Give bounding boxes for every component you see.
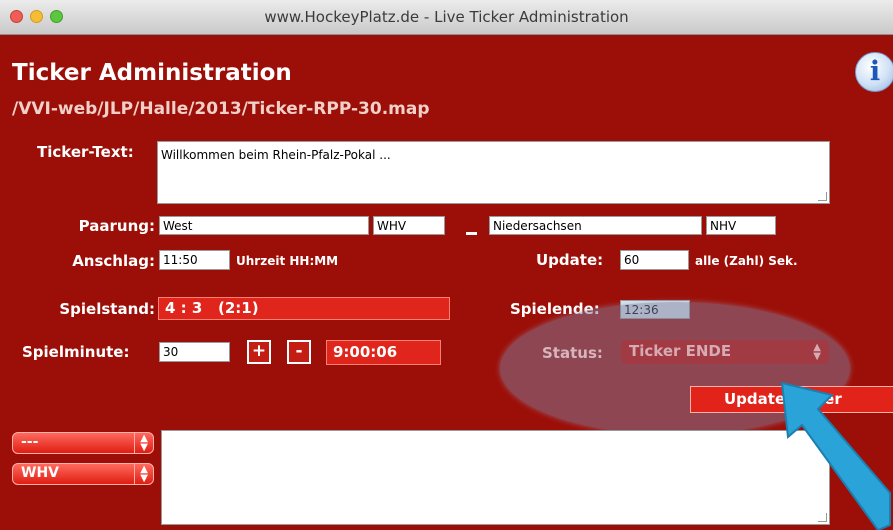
game-minute-input[interactable]: 30	[159, 342, 230, 362]
status-select-value: Ticker ENDE	[629, 342, 732, 360]
event-team-select[interactable]: WHV ▲ ▼	[12, 463, 154, 485]
kickoff-hint: Uhrzeit HH:MM	[236, 254, 339, 268]
update-interval-input[interactable]: 60	[620, 250, 689, 270]
page-title: Ticker Administration	[12, 60, 292, 86]
window-titlebar: www.HockeyPlatz.de - Live Ticker Adminis…	[0, 0, 893, 35]
status-select[interactable]: Ticker ENDE ▲ ▼	[621, 340, 829, 364]
team2-input[interactable]: Niedersachsen	[489, 216, 702, 235]
event-type-select[interactable]: --- ▲ ▼	[12, 432, 154, 454]
team1-input[interactable]: West	[159, 216, 369, 235]
window-title: www.HockeyPlatz.de - Live Ticker Adminis…	[264, 8, 629, 26]
team1-short-input[interactable]: WHV	[373, 216, 445, 235]
info-icon[interactable]: i	[855, 52, 893, 92]
pointer-arrow-icon	[780, 381, 891, 530]
kickoff-input[interactable]: 11:50	[159, 250, 230, 270]
game-minute-label: Spielminute:	[22, 343, 130, 361]
update-interval-label: Update:	[536, 251, 604, 269]
update-interval-hint: alle (Zahl) Sek.	[695, 254, 798, 268]
event-text-input[interactable]	[161, 430, 830, 525]
pairing-separator	[466, 232, 477, 235]
team2-short-input[interactable]: NHV	[706, 216, 776, 235]
pairing-label: Paarung:	[78, 217, 155, 235]
score-display: 4 : 3 (2:1)	[158, 297, 450, 320]
minute-minus-button[interactable]: -	[287, 340, 311, 364]
select-divider	[134, 433, 135, 453]
resize-grip-icon[interactable]	[818, 192, 827, 201]
chevron-updown-icon: ▲ ▼	[140, 433, 148, 453]
chevron-updown-icon: ▲ ▼	[140, 464, 148, 484]
kickoff-label: Anschlag:	[72, 252, 155, 270]
minute-plus-button[interactable]: +	[247, 340, 271, 364]
event-team-value: WHV	[21, 465, 59, 481]
ticker-text-label: Ticker-Text:	[37, 143, 134, 161]
status-label: Status:	[542, 344, 603, 362]
game-clock-display: 9:00:06	[326, 340, 441, 365]
ticker-text-value: Willkommen beim Rhein-Pfalz-Pokal ...	[161, 148, 391, 162]
ticker-text-input[interactable]: Willkommen beim Rhein-Pfalz-Pokal ...	[157, 141, 830, 204]
file-path: /VVI-web/JLP/Halle/2013/Ticker-RPP-30.ma…	[12, 99, 430, 119]
event-type-value: ---	[21, 434, 39, 450]
chevron-updown-icon: ▲ ▼	[813, 342, 821, 362]
select-divider	[134, 464, 135, 484]
admin-panel: Ticker Administration /VVI-web/JLP/Halle…	[0, 35, 893, 530]
score-label: Spielstand:	[59, 300, 155, 318]
